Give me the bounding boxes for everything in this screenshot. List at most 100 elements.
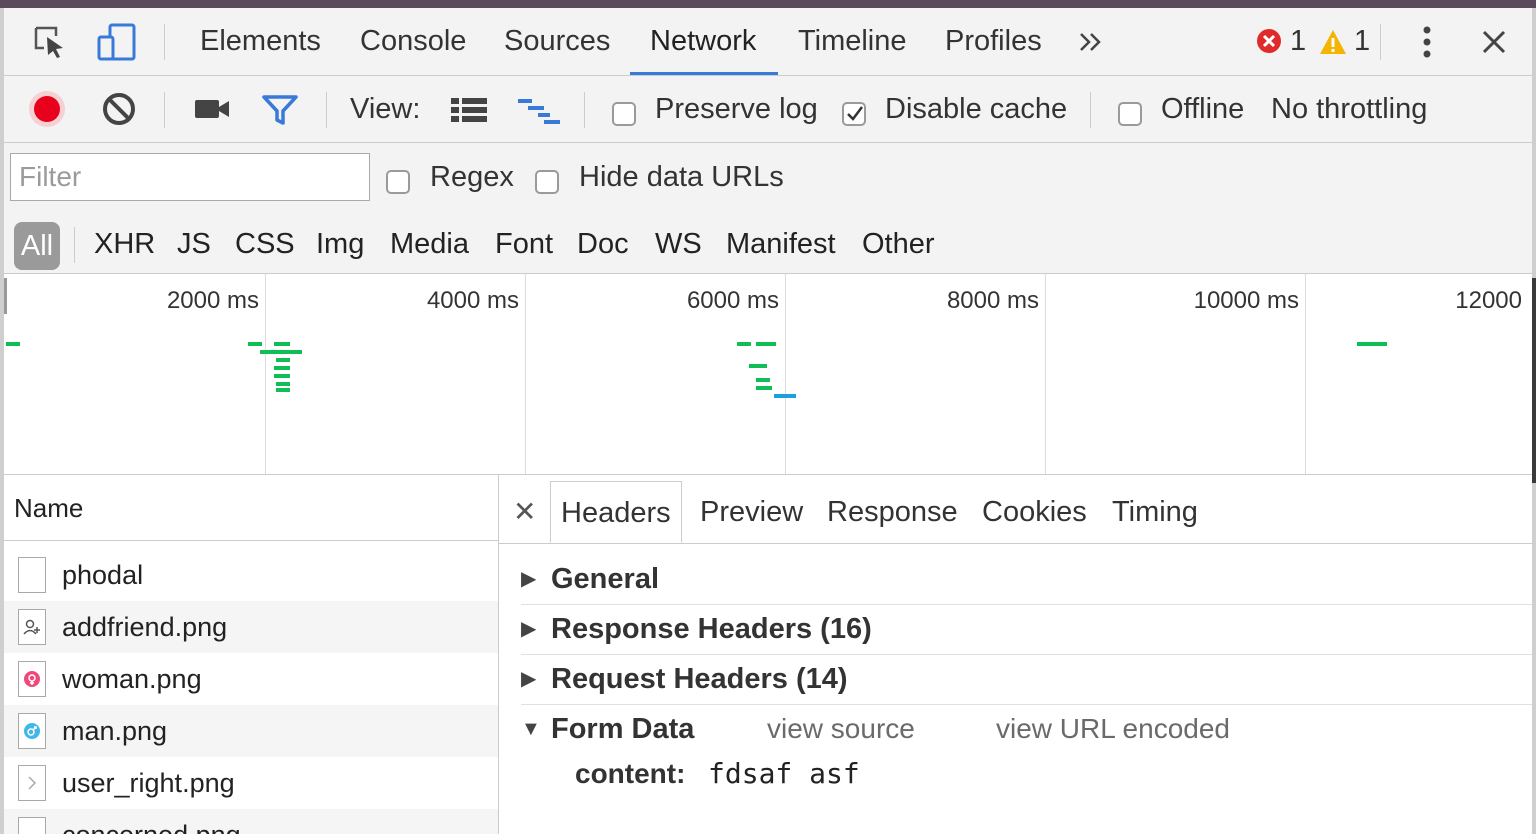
column-header-name[interactable]: Name xyxy=(4,475,498,541)
active-tab-indicator xyxy=(630,72,778,75)
request-row-phodal[interactable]: phodal xyxy=(4,549,498,601)
regex-checkbox[interactable] xyxy=(386,170,410,194)
network-toolbar: View: Preserve log Disable cache Offline… xyxy=(4,76,1532,143)
overview-label-12000: 12000 xyxy=(1455,287,1522,314)
hide-data-urls-label[interactable]: Hide data URLs xyxy=(579,152,784,202)
caret-right-icon: ▶ xyxy=(521,568,537,590)
request-list: Name phodal addfriend.png woman.png man.… xyxy=(4,475,499,834)
more-options-icon[interactable] xyxy=(1412,24,1442,60)
filter-type-css[interactable]: CSS xyxy=(235,219,295,269)
tab-timeline[interactable]: Timeline xyxy=(798,8,907,75)
request-bar xyxy=(260,350,302,354)
devtools-tabbar: Elements Console Sources Network Timelin… xyxy=(4,8,1532,76)
section-response-headers[interactable]: ▶ Response Headers (16) xyxy=(521,604,1532,655)
section-form-data[interactable]: ▼ Form Data view source view URL encoded xyxy=(521,704,1532,754)
waterfall-overview-icon[interactable] xyxy=(516,96,562,126)
overview-label-4000: 4000 ms xyxy=(426,287,519,314)
checkmark-icon xyxy=(847,106,863,121)
preserve-log-checkbox[interactable] xyxy=(612,102,636,126)
request-row-man[interactable]: man.png xyxy=(4,705,498,757)
record-button[interactable] xyxy=(28,90,66,128)
grid-line xyxy=(265,274,266,474)
overview-window-handle[interactable] xyxy=(4,278,7,314)
filter-type-font[interactable]: Font xyxy=(495,219,553,269)
request-name: woman.png xyxy=(62,663,202,694)
divider xyxy=(1380,24,1381,60)
filter-bar: Regex Hide data URLs All XHR JS CSS Img … xyxy=(4,143,1532,274)
tab-sources[interactable]: Sources xyxy=(504,8,610,75)
request-bar xyxy=(774,394,796,398)
inspect-element-icon[interactable] xyxy=(30,22,70,62)
close-details-icon[interactable]: ✕ xyxy=(513,481,536,543)
view-source-link[interactable]: view source xyxy=(767,704,915,754)
tab-console[interactable]: Console xyxy=(360,8,466,75)
scrollbar-thumb[interactable] xyxy=(1532,278,1536,483)
tab-headers[interactable]: Headers xyxy=(550,481,682,543)
hide-data-urls-checkbox[interactable] xyxy=(535,170,559,194)
divider xyxy=(164,24,165,60)
view-url-encoded-link[interactable]: view URL encoded xyxy=(996,704,1230,754)
warning-icon[interactable] xyxy=(1318,28,1348,56)
close-icon[interactable] xyxy=(1478,26,1510,58)
request-bar xyxy=(274,342,290,346)
window-scrollbar[interactable] xyxy=(1532,8,1536,834)
disable-cache-label[interactable]: Disable cache xyxy=(885,76,1067,142)
request-row-woman[interactable]: woman.png xyxy=(4,653,498,705)
caret-down-icon: ▼ xyxy=(521,718,541,740)
tab-response[interactable]: Response xyxy=(827,481,958,543)
request-row-addfriend[interactable]: addfriend.png xyxy=(4,601,498,653)
clear-icon[interactable] xyxy=(100,90,138,128)
chevron-right-icon xyxy=(18,765,46,801)
regex-label[interactable]: Regex xyxy=(430,152,514,202)
offline-label[interactable]: Offline xyxy=(1161,76,1244,142)
filter-input[interactable] xyxy=(10,153,370,201)
request-bar xyxy=(274,366,290,370)
filter-type-other[interactable]: Other xyxy=(862,219,935,269)
addfriend-thumbnail-icon xyxy=(18,609,46,645)
filter-type-doc[interactable]: Doc xyxy=(577,219,629,269)
form-field-value: fdsaf asf xyxy=(708,757,860,790)
tab-cookies[interactable]: Cookies xyxy=(982,481,1087,543)
error-count[interactable]: 1 xyxy=(1290,8,1306,75)
warning-count[interactable]: 1 xyxy=(1354,8,1370,75)
tab-preview[interactable]: Preview xyxy=(700,481,803,543)
request-row-concerned[interactable]: concerned.png xyxy=(4,809,498,834)
overview-label-8000: 8000 ms xyxy=(946,287,1039,314)
network-overview[interactable]: 2000 ms 4000 ms 6000 ms 8000 ms 10000 ms… xyxy=(4,274,1532,475)
tab-profiles[interactable]: Profiles xyxy=(945,8,1042,75)
tab-timing[interactable]: Timing xyxy=(1112,481,1198,543)
filter-icon[interactable] xyxy=(260,92,300,128)
request-bar xyxy=(276,382,290,386)
chevron-double-right-icon[interactable] xyxy=(1076,28,1106,56)
device-toolbar-icon[interactable] xyxy=(94,22,140,64)
filter-type-media[interactable]: Media xyxy=(390,219,469,269)
tab-elements[interactable]: Elements xyxy=(200,8,321,75)
section-request-headers[interactable]: ▶ Request Headers (14) xyxy=(521,654,1532,705)
large-rows-icon[interactable] xyxy=(448,96,490,124)
filter-type-js[interactable]: JS xyxy=(177,219,211,269)
filter-type-xhr[interactable]: XHR xyxy=(94,219,155,269)
tab-network[interactable]: Network xyxy=(650,8,756,75)
error-icon[interactable] xyxy=(1256,28,1282,54)
filter-type-manifest[interactable]: Manifest xyxy=(726,219,836,269)
throttling-select[interactable]: No throttling xyxy=(1271,76,1427,142)
divider xyxy=(164,92,165,128)
section-title: General xyxy=(551,563,659,595)
filter-type-img[interactable]: Img xyxy=(316,219,364,269)
request-row-user-right[interactable]: user_right.png xyxy=(4,757,498,809)
request-bar xyxy=(749,364,767,368)
request-bar xyxy=(6,342,20,346)
disable-cache-checkbox[interactable] xyxy=(842,102,866,126)
request-name: addfriend.png xyxy=(62,611,228,642)
capture-screenshots-icon[interactable] xyxy=(192,94,232,124)
view-label: View: xyxy=(350,93,421,125)
grid-line xyxy=(785,274,786,474)
filter-type-all[interactable]: All xyxy=(14,222,60,270)
divider xyxy=(584,92,585,128)
section-general[interactable]: ▶ General xyxy=(521,554,1532,605)
filter-type-ws[interactable]: WS xyxy=(655,219,702,269)
request-name: concerned.png xyxy=(62,820,241,834)
preserve-log-label[interactable]: Preserve log xyxy=(655,76,818,142)
offline-checkbox[interactable] xyxy=(1118,102,1142,126)
request-bar xyxy=(1357,342,1387,346)
